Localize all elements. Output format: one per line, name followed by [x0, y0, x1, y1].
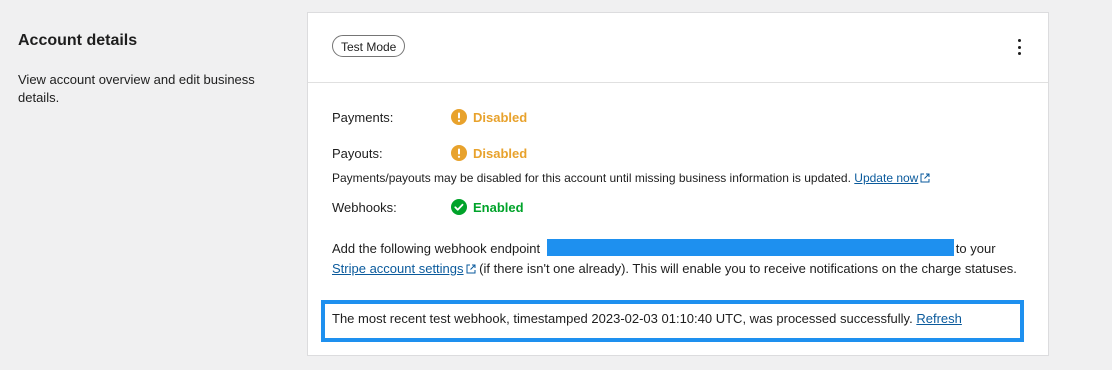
- warning-icon: [451, 145, 467, 161]
- webhooks-status: Enabled: [451, 199, 524, 215]
- webhook-rest: (if there isn't one already). This will …: [479, 261, 1017, 276]
- payouts-info-text: Payments/payouts may be disabled for thi…: [332, 171, 930, 185]
- section-title: Account details: [18, 32, 138, 49]
- warning-icon: [451, 109, 467, 125]
- payouts-status-text: Disabled: [473, 145, 528, 161]
- redacted-webhook-url: [546, 239, 954, 256]
- webhook-prefix: Add the following webhook endpoint: [332, 241, 541, 256]
- test-mode-badge: Test Mode: [332, 35, 406, 57]
- section-description: View account overview and edit business …: [18, 72, 255, 105]
- webhooks-status-row: Webhooks: Enabled: [332, 199, 524, 215]
- check-circle-icon: [451, 199, 467, 215]
- account-details-card: Test Mode Payments: Disabled Payouts: Di…: [307, 12, 1049, 356]
- card-header: Test Mode: [308, 13, 1048, 83]
- recent-webhook-message: The most recent test webhook, timestampe…: [332, 311, 913, 326]
- payments-status: Disabled: [451, 109, 527, 125]
- webhooks-label: Webhooks:: [332, 199, 397, 215]
- info-message: Payments/payouts may be disabled for thi…: [332, 171, 851, 185]
- payments-label: Payments:: [332, 109, 394, 125]
- payments-status-row: Payments: Disabled: [332, 109, 527, 125]
- webhook-suffix: to your: [955, 241, 996, 256]
- webhooks-status-text: Enabled: [473, 199, 524, 215]
- payouts-status-row: Payouts: Disabled: [332, 145, 527, 161]
- stripe-account-settings-link[interactable]: Stripe account settings: [332, 261, 464, 276]
- payouts-label: Payouts:: [332, 145, 383, 161]
- update-now-link[interactable]: Update now: [854, 171, 918, 185]
- webhook-instructions: Add the following webhook endpoint to yo…: [332, 239, 1022, 279]
- refresh-link[interactable]: Refresh: [916, 311, 962, 326]
- external-link-icon: [920, 173, 930, 183]
- more-vertical-icon[interactable]: [1016, 39, 1022, 55]
- recent-webhook-text: The most recent test webhook, timestampe…: [332, 311, 962, 326]
- payments-status-text: Disabled: [473, 109, 528, 125]
- payouts-status: Disabled: [451, 145, 527, 161]
- external-link-icon: [466, 264, 476, 274]
